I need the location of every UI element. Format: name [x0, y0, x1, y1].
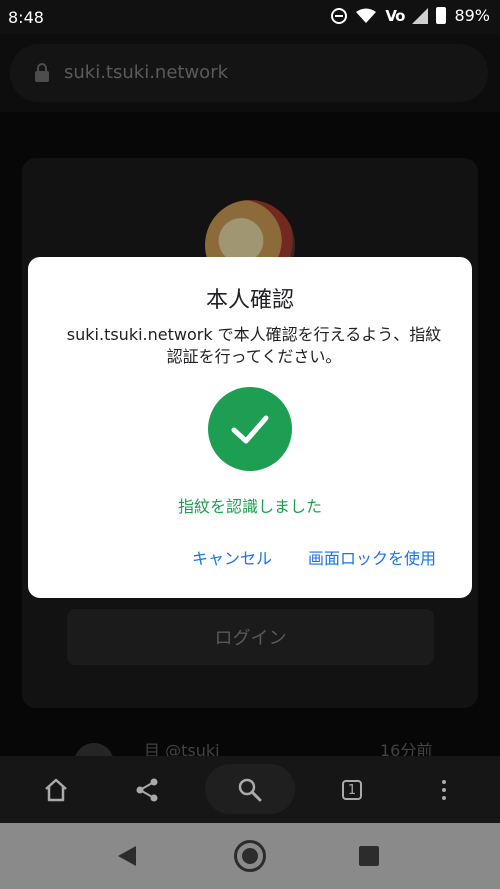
signal-icon — [412, 7, 429, 24]
do-not-disturb-icon — [331, 7, 348, 24]
home-button[interactable] — [34, 768, 78, 812]
wifi-icon — [356, 8, 377, 23]
dialog-status: 指紋を認識しました — [177, 497, 322, 516]
home-icon — [45, 778, 67, 802]
back-icon[interactable] — [118, 846, 136, 866]
share-button[interactable] — [125, 768, 169, 812]
check-icon — [231, 415, 269, 444]
share-icon — [136, 778, 158, 802]
status-icons: Vo 89% — [331, 6, 490, 25]
nav-home-icon[interactable] — [234, 840, 266, 872]
cancel-button[interactable]: キャンセル — [192, 545, 272, 569]
browser-toolbar: 1 — [0, 756, 500, 823]
system-nav-bar — [0, 823, 500, 889]
recents-icon[interactable] — [359, 846, 379, 866]
status-time: 8:48 — [8, 8, 44, 27]
volte-indicator: Vo — [385, 6, 405, 25]
dialog-title: 本人確認 — [205, 288, 294, 313]
tabs-icon: 1 — [342, 780, 362, 800]
biometric-dialog: 本人確認 suki.tsuki.network で本人確認を行えるよう、指紋認証… — [28, 257, 472, 598]
fingerprint-success-indicator — [208, 387, 292, 471]
dialog-description: suki.tsuki.network で本人確認を行えるよう、指紋認証を行ってく… — [66, 325, 442, 366]
more-menu-button[interactable] — [422, 768, 466, 812]
more-icon — [442, 780, 446, 800]
status-bar: 8:48 Vo 89% — [0, 0, 500, 34]
search-icon — [238, 778, 262, 802]
battery-icon — [436, 7, 447, 24]
tabs-button[interactable]: 1 — [330, 768, 374, 812]
search-button[interactable] — [228, 768, 272, 812]
battery-level: 89% — [454, 6, 490, 25]
use-screen-lock-button[interactable]: 画面ロックを使用 — [308, 545, 436, 569]
